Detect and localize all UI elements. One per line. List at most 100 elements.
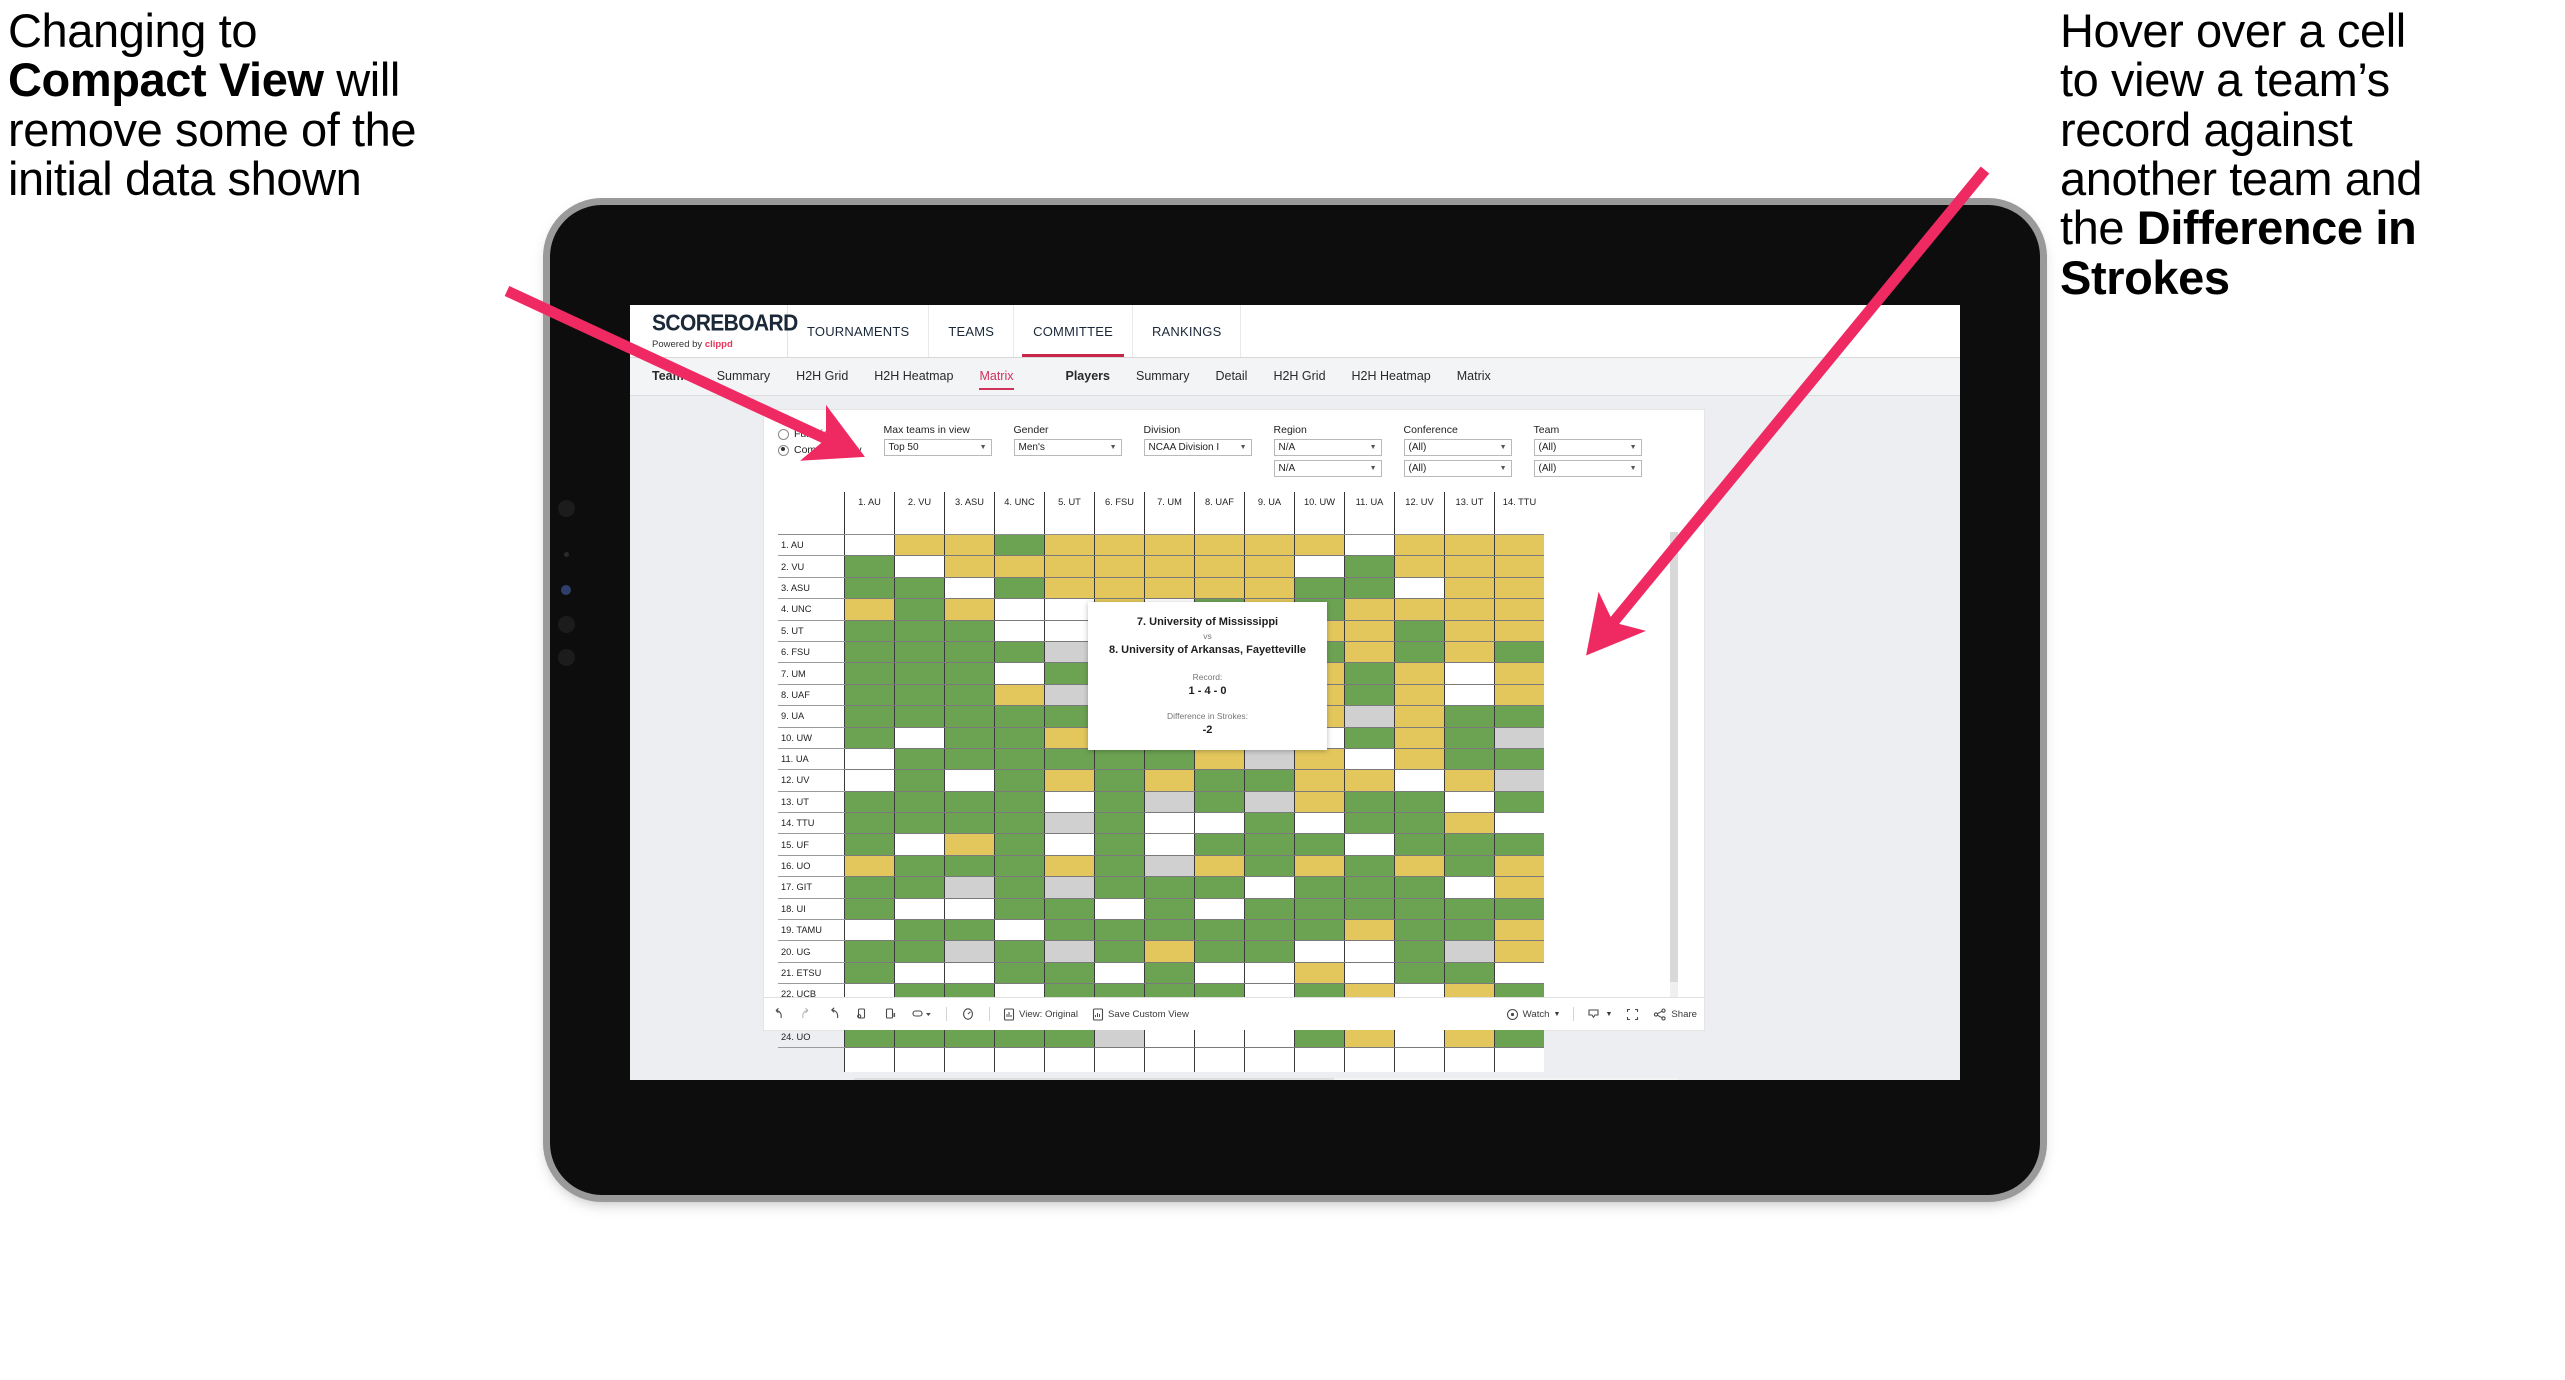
matrix-cell[interactable] xyxy=(1344,876,1395,899)
matrix-cell[interactable] xyxy=(1394,577,1445,600)
matrix-col-header[interactable]: 4. UNC xyxy=(994,492,1045,535)
matrix-cell[interactable] xyxy=(1444,748,1495,771)
matrix-cell[interactable] xyxy=(1144,769,1195,792)
matrix-cell[interactable] xyxy=(1294,898,1345,921)
matrix-cell[interactable] xyxy=(1094,555,1145,578)
matrix-cell[interactable] xyxy=(1344,812,1395,835)
matrix-cell[interactable] xyxy=(1094,898,1145,921)
matrix-cell[interactable] xyxy=(1244,855,1295,878)
matrix-cell[interactable] xyxy=(1044,876,1095,899)
save-custom-view-button[interactable]: Save Custom View xyxy=(1085,1007,1196,1021)
matrix-cell[interactable] xyxy=(1344,662,1395,685)
matrix-cell[interactable] xyxy=(994,684,1045,707)
matrix-cell[interactable] xyxy=(944,620,995,642)
subnav-item-teams-summary[interactable]: Summary xyxy=(704,358,783,395)
matrix-cell[interactable] xyxy=(1044,534,1095,557)
matrix-cell[interactable] xyxy=(1194,898,1245,921)
topnav-item-committee[interactable]: COMMITTEE xyxy=(1014,305,1133,357)
matrix-cell[interactable] xyxy=(894,962,945,985)
matrix-cell[interactable] xyxy=(1194,940,1245,963)
matrix-cell[interactable] xyxy=(1444,855,1495,878)
matrix-cell[interactable] xyxy=(1044,641,1095,664)
matrix-row-header[interactable]: 11. UA xyxy=(778,748,845,771)
matrix-cell[interactable] xyxy=(844,534,895,557)
matrix-col-header[interactable]: 7. UM xyxy=(1144,492,1195,535)
matrix-cell[interactable] xyxy=(1394,898,1445,921)
matrix-cell[interactable] xyxy=(1494,555,1544,578)
matrix-cell[interactable] xyxy=(1394,598,1445,621)
matrix-cell[interactable] xyxy=(1344,534,1395,557)
matrix-cell[interactable] xyxy=(1044,833,1095,856)
matrix-cell[interactable] xyxy=(1094,876,1145,899)
matrix-cell[interactable] xyxy=(1194,534,1245,557)
matrix-cell[interactable] xyxy=(1294,876,1345,899)
matrix-cell[interactable] xyxy=(1394,534,1445,557)
filter-division-select[interactable]: NCAA Division I ▼ xyxy=(1143,439,1252,456)
matrix-cell[interactable] xyxy=(844,833,895,856)
matrix-row-header[interactable]: 6. FSU xyxy=(778,641,845,664)
matrix-cell[interactable] xyxy=(1044,598,1095,621)
matrix-row-header[interactable]: 8. UAF xyxy=(778,684,845,707)
matrix-cell[interactable] xyxy=(994,662,1045,685)
matrix-cell[interactable] xyxy=(1344,684,1395,707)
matrix-cell[interactable] xyxy=(994,962,1045,985)
matrix-cell[interactable] xyxy=(1494,705,1544,728)
matrix-row-header[interactable]: 17. GIT xyxy=(778,876,845,899)
matrix-row-header[interactable]: 16. UO xyxy=(778,855,845,878)
matrix-cell[interactable] xyxy=(1044,919,1095,942)
matrix-cell[interactable] xyxy=(894,641,945,664)
matrix-cell[interactable] xyxy=(1094,812,1145,835)
matrix-col-header[interactable]: 3. ASU xyxy=(944,492,995,535)
matrix-cell[interactable] xyxy=(1494,791,1544,814)
matrix-cell[interactable] xyxy=(844,748,895,771)
matrix-cell[interactable] xyxy=(1144,919,1195,942)
topnav-item-teams[interactable]: TEAMS xyxy=(929,305,1015,357)
matrix-cell[interactable] xyxy=(844,684,895,707)
radio-full-view[interactable]: Full View xyxy=(778,428,862,440)
subnav-item-players-h2h-heatmap[interactable]: H2H Heatmap xyxy=(1339,358,1444,395)
matrix-cell[interactable] xyxy=(844,769,895,792)
filter-conference-select-2[interactable]: (All) ▼ xyxy=(1403,460,1512,477)
matrix-cell[interactable] xyxy=(1394,620,1445,642)
matrix-cell[interactable] xyxy=(894,833,945,856)
matrix-cell[interactable] xyxy=(994,919,1045,942)
subnav-item-players-detail[interactable]: Detail xyxy=(1202,358,1260,395)
watch-button[interactable]: Watch ▼ xyxy=(1499,1008,1568,1021)
matrix-cell[interactable] xyxy=(1344,577,1395,600)
matrix-col-header[interactable]: 2. VU xyxy=(894,492,945,535)
matrix-cell[interactable] xyxy=(1394,748,1445,771)
filter-max-teams-select[interactable]: Top 50 ▼ xyxy=(883,439,992,456)
matrix-cell[interactable] xyxy=(1344,769,1395,792)
matrix-cell[interactable] xyxy=(1044,791,1095,814)
matrix-cell[interactable] xyxy=(1444,919,1495,942)
matrix-row-header[interactable]: 19. TAMU xyxy=(778,919,845,942)
matrix-cell[interactable] xyxy=(1394,791,1445,814)
matrix-cell[interactable] xyxy=(1144,898,1195,921)
matrix-cell[interactable] xyxy=(844,555,895,578)
matrix-cell[interactable] xyxy=(894,598,945,621)
radio-compact-view-icon[interactable] xyxy=(778,444,789,456)
matrix-cell[interactable] xyxy=(1494,641,1544,664)
matrix-row-header[interactable]: 7. UM xyxy=(778,662,845,685)
matrix-cell[interactable] xyxy=(1394,833,1445,856)
matrix-cell[interactable] xyxy=(1244,876,1295,899)
matrix-cell[interactable] xyxy=(1194,791,1245,814)
matrix-cell[interactable] xyxy=(1144,748,1195,771)
matrix-cell[interactable] xyxy=(1144,876,1195,899)
matrix-cell[interactable] xyxy=(894,727,945,749)
matrix-cell[interactable] xyxy=(1044,748,1095,771)
matrix-cell[interactable] xyxy=(1444,876,1495,899)
matrix-cell[interactable] xyxy=(1244,940,1295,963)
subnav-item-players-h2h-grid[interactable]: H2H Grid xyxy=(1260,358,1338,395)
matrix-cell[interactable] xyxy=(1144,791,1195,814)
matrix-cell[interactable] xyxy=(1044,577,1095,600)
matrix-cell[interactable] xyxy=(1044,940,1095,963)
matrix-cell[interactable] xyxy=(844,641,895,664)
matrix-cell[interactable] xyxy=(1494,598,1544,621)
matrix-cell[interactable] xyxy=(1194,876,1245,899)
matrix-cell[interactable] xyxy=(1044,684,1095,707)
topnav-item-tournaments[interactable]: TOURNAMENTS xyxy=(788,305,930,357)
matrix-cell[interactable] xyxy=(1144,962,1195,985)
matrix-cell[interactable] xyxy=(1494,940,1544,963)
matrix-cell[interactable] xyxy=(1344,748,1395,771)
